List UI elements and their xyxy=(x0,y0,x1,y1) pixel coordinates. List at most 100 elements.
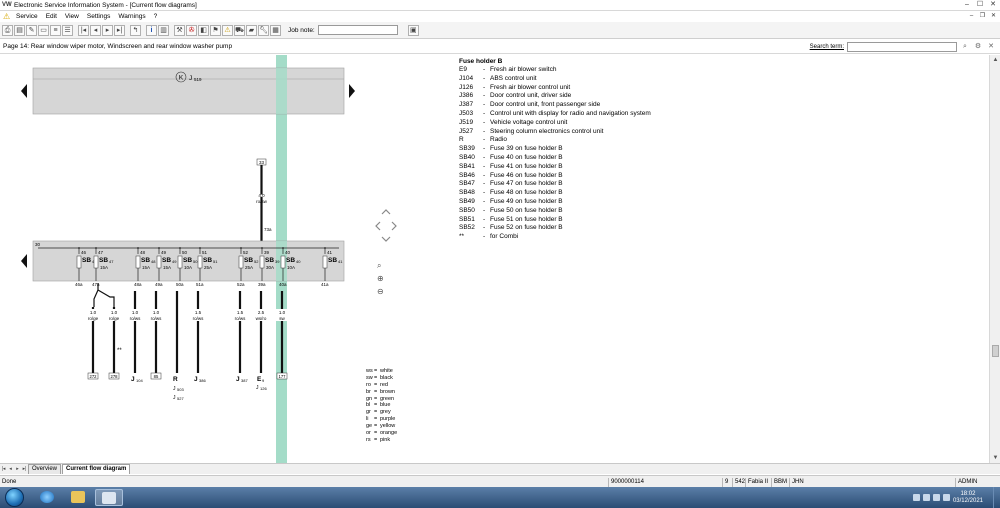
menu-warnings[interactable]: Warnings xyxy=(118,13,145,20)
legend-row: J519 - Vehicle voltage control unit xyxy=(459,119,759,128)
menu-settings[interactable]: Settings xyxy=(87,13,111,20)
menu-service[interactable]: Service xyxy=(16,13,38,20)
minimize-button[interactable]: – xyxy=(962,1,972,9)
stack-icon[interactable]: ≡ xyxy=(50,24,61,36)
taskbar: 18:02 03/12/2021 xyxy=(0,487,1000,508)
legend-dash: - xyxy=(483,127,486,135)
search-input[interactable] xyxy=(847,42,957,52)
scroll-left-arrow-2[interactable] xyxy=(21,254,27,268)
list-icon[interactable]: ☰ xyxy=(62,24,73,36)
note-icon[interactable]: ▦ xyxy=(270,24,281,36)
diagram-view[interactable]: K J 519 33 . 4.0 ro/sw 73a 30 46SB4646a4… xyxy=(0,55,989,463)
tab-next-icon[interactable]: ▸ xyxy=(14,465,21,474)
pan-left-icon[interactable] xyxy=(375,221,381,231)
show-desktop-button[interactable] xyxy=(993,487,1000,508)
close-button[interactable]: ✕ xyxy=(988,1,998,9)
legend-row: J387 - Door control unit, front passenger … xyxy=(459,101,759,110)
fuse-amp: 15A xyxy=(163,265,171,270)
fuse-pin: 49 xyxy=(161,250,167,255)
edit-icon[interactable]: ✎ xyxy=(26,24,37,36)
legend-desc: Fuse 40 on fuse holder B xyxy=(490,153,563,161)
doc-close-button[interactable]: ✕ xyxy=(989,12,998,20)
car-icon[interactable]: ▰ xyxy=(246,24,257,36)
wire-end-sub: 9 xyxy=(262,378,265,383)
menu-view[interactable]: View xyxy=(65,13,79,20)
pan-right-icon[interactable] xyxy=(391,221,397,231)
status-engine: BBM xyxy=(771,478,789,487)
taskbar-explorer[interactable] xyxy=(64,489,92,506)
color-code: rs xyxy=(366,436,371,443)
doc-restore-button[interactable]: ❐ xyxy=(978,12,987,20)
clock-time: 18:02 xyxy=(960,490,976,497)
clock[interactable]: 18:02 03/12/2021 xyxy=(953,491,983,505)
scroll-thumb[interactable] xyxy=(992,345,999,357)
search-options-icon[interactable]: ⚙ xyxy=(973,42,983,52)
legend-row: J503 - Control unit with display for radio… xyxy=(459,110,759,119)
wrench-icon[interactable]: 🔧︎ xyxy=(258,24,269,36)
scroll-down-icon[interactable]: ▼ xyxy=(990,453,1000,463)
next-icon[interactable]: ▸ xyxy=(102,24,113,36)
taskbar-elsa[interactable] xyxy=(95,489,123,506)
scroll-up-icon[interactable]: ▲ xyxy=(990,55,1000,65)
tools-icon[interactable]: ⚒ xyxy=(174,24,185,36)
job-note-icon[interactable]: ▣ xyxy=(407,24,419,36)
taskbar-browser[interactable] xyxy=(33,489,61,506)
info-icon[interactable]: i xyxy=(146,24,157,36)
menu-help[interactable]: ? xyxy=(154,13,158,20)
wheel-icon[interactable]: ✇ xyxy=(186,24,197,36)
legend-dash: - xyxy=(483,136,486,144)
zoom-in-icon[interactable]: ⊕ xyxy=(377,274,386,283)
zoom-out-icon[interactable]: ⊖ xyxy=(377,287,386,296)
top-wire-end: 73a xyxy=(264,227,272,232)
pan-down-icon[interactable] xyxy=(381,236,391,242)
search-clear-icon[interactable]: ✕ xyxy=(986,42,996,52)
tab-last-icon[interactable]: ▸| xyxy=(21,465,28,474)
first-icon[interactable]: |◂ xyxy=(78,24,89,36)
component-icon[interactable]: ◧ xyxy=(198,24,209,36)
print-icon[interactable]: ⎙ xyxy=(2,24,13,36)
printer-tray-icon[interactable] xyxy=(912,494,920,501)
page-icon[interactable]: ▤ xyxy=(14,24,25,36)
volume-tray-icon[interactable] xyxy=(942,494,950,501)
app-logo: VW xyxy=(2,2,12,8)
maximize-button[interactable]: ☐ xyxy=(975,1,985,9)
fuse-symbol xyxy=(259,255,265,269)
tab-overview[interactable]: Overview xyxy=(28,464,62,474)
start-button[interactable] xyxy=(5,488,24,507)
back-icon[interactable]: ↰ xyxy=(130,24,141,36)
wire-color: ro/ge xyxy=(88,316,99,321)
fuse-symbol xyxy=(177,255,183,269)
flag-tray-icon[interactable] xyxy=(922,494,930,501)
fuse-name: SB xyxy=(162,257,171,264)
status-gearbox: JHN xyxy=(789,478,807,487)
color-code: li xyxy=(366,416,369,423)
app-icon xyxy=(102,492,116,504)
book-icon[interactable]: ▥ xyxy=(158,24,169,36)
vehicle-icon[interactable]: ⛟ xyxy=(234,24,245,36)
pan-up-icon[interactable] xyxy=(381,209,391,215)
tab-first-icon[interactable]: |◂ xyxy=(0,465,7,474)
last-icon[interactable]: ▸| xyxy=(114,24,125,36)
prev-icon[interactable]: ◂ xyxy=(90,24,101,36)
fuse-pin: 39 xyxy=(264,250,270,255)
scroll-left-arrow[interactable] xyxy=(21,84,27,98)
legend-desc: Control unit with display for radio and … xyxy=(490,109,651,117)
tab-prev-icon[interactable]: ◂ xyxy=(7,465,14,474)
menu-edit[interactable]: Edit xyxy=(46,13,57,20)
wire-gauge: 1.0 xyxy=(153,310,160,315)
doc-minimize-button[interactable]: – xyxy=(967,12,976,20)
tab-current-flow-diagram[interactable]: Current flow diagram xyxy=(62,464,131,474)
flag-icon[interactable]: ⚑ xyxy=(210,24,221,36)
legend-dash: - xyxy=(483,197,486,205)
network-tray-icon[interactable] xyxy=(932,494,940,501)
warning-small-icon[interactable]: ⚠ xyxy=(222,24,233,36)
scroll-right-arrow[interactable] xyxy=(349,84,355,98)
fuse-symbol xyxy=(197,255,203,269)
color-row: or = orange xyxy=(366,430,397,437)
vertical-scrollbar[interactable]: ▲ ▼ xyxy=(989,55,1000,463)
zoom-fit-icon[interactable]: ⌕ xyxy=(377,261,386,270)
color-row: bl = blue xyxy=(366,402,397,409)
search-icon[interactable]: ⌕ xyxy=(960,42,970,52)
folder-icon[interactable]: ▭ xyxy=(38,24,49,36)
job-note-input[interactable] xyxy=(317,25,398,35)
